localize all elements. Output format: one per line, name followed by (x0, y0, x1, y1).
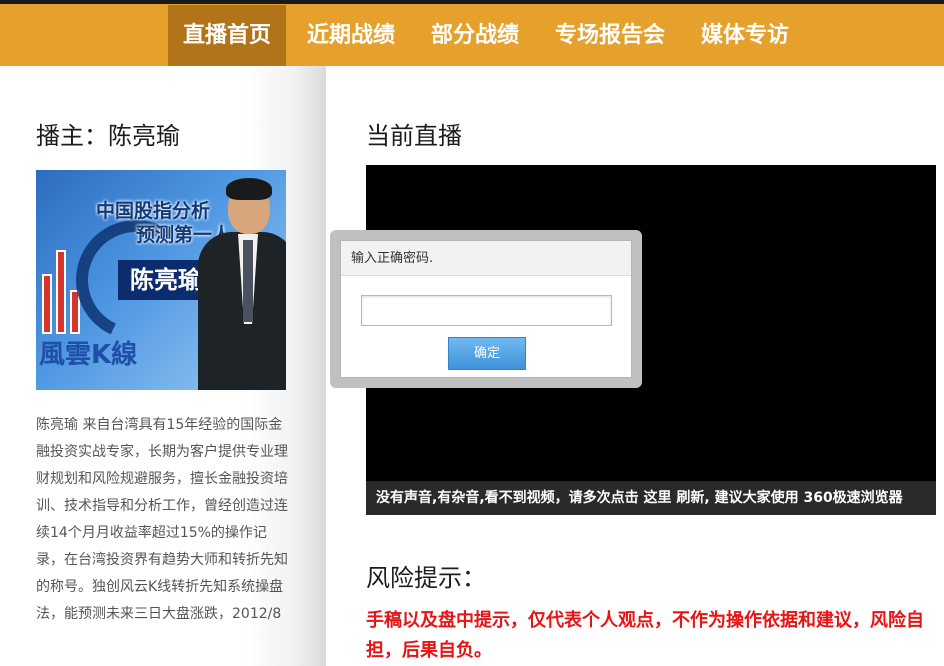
host-title: 播主：陈亮瑜 (36, 122, 180, 150)
host-banner: 中国股指分析 预测第一人 陈亮瑜 風雲K線 (36, 170, 286, 390)
nav-item-partial-results[interactable]: 部分战绩 (419, 5, 531, 66)
password-dialog: 输入正确密码. 确定 (340, 240, 632, 378)
nav-item-recent-results[interactable]: 近期战绩 (295, 5, 407, 66)
nav-item-special-reports[interactable]: 专场报告会 (543, 5, 677, 66)
notice-link-here[interactable]: 这里 (644, 490, 672, 506)
host-bio: 陈亮瑜 来自台湾具有15年经验的国际金融投资实战专家，长期为客户提供专业理财规划… (36, 417, 288, 622)
notice-text-browser: , 建议大家使用 360极速浏览器 (704, 490, 903, 506)
nav-item-home[interactable]: 直播首页 (168, 5, 286, 66)
password-input[interactable] (361, 295, 612, 326)
live-title: 当前直播 (366, 122, 462, 150)
confirm-button[interactable]: 确定 (448, 337, 526, 370)
banner-logo: 風雲K線 (39, 340, 138, 370)
nav-item-media-interviews[interactable]: 媒体专访 (689, 5, 801, 66)
risk-text: 手稿以及盘中提示，仅代表个人观点，不作为操作依据和建议，风险自担，后果自负。 (366, 610, 924, 661)
risk-title: 风险提示： (366, 564, 486, 592)
top-nav: 直播首页 近期战绩 部分战绩 专场报告会 媒体专访 (0, 4, 944, 66)
host-photo (198, 170, 286, 390)
video-notice: 没有声音,有杂音,看不到视频，请多次点击 这里 刷新, 建议大家使用 360极速… (366, 481, 936, 515)
dialog-title: 输入正确密码. (341, 241, 631, 276)
banner-headline: 中国股指分析 (96, 200, 211, 222)
notice-link-refresh[interactable]: 刷新 (676, 490, 704, 506)
notice-text: 没有声音,有杂音,看不到视频，请多次点击 (376, 490, 644, 506)
